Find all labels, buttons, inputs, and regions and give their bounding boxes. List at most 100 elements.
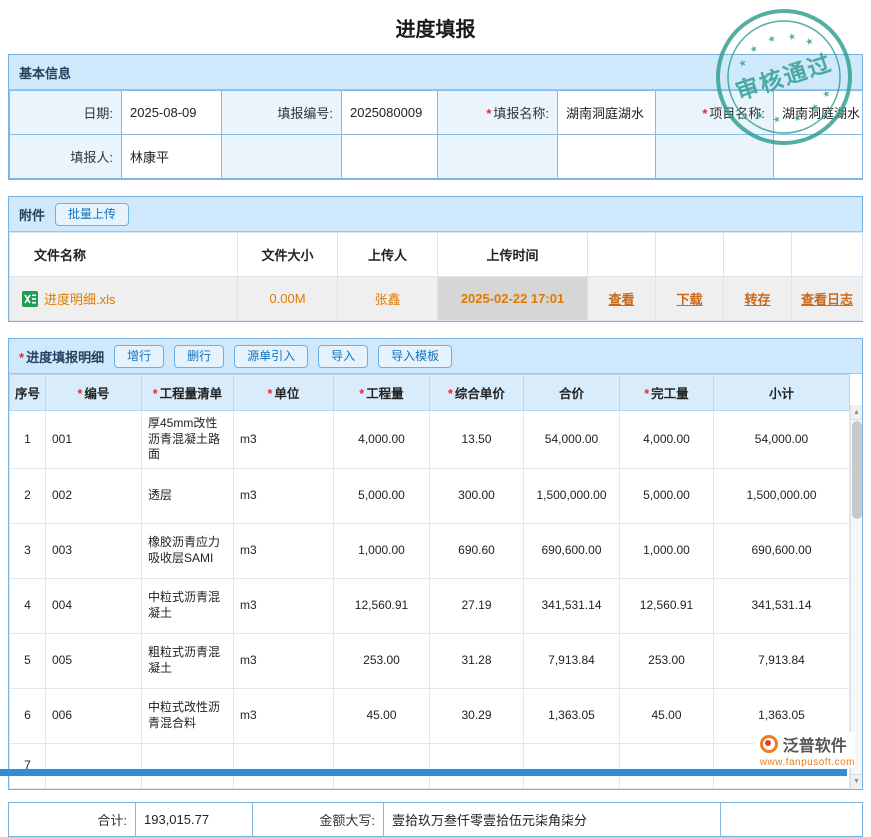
date-label: 日期: (10, 91, 122, 135)
cell-total-price[interactable]: 1,500,000.00 (524, 468, 620, 523)
basic-info-header: 基本信息 (9, 55, 862, 90)
download-link[interactable]: 下载 (676, 292, 702, 307)
cell-unit-price[interactable]: 27.19 (430, 578, 524, 633)
report-no-field[interactable]: 2025080009 (342, 91, 438, 135)
reporter-field[interactable]: 林康平 (122, 135, 222, 179)
required-mark: * (702, 106, 707, 121)
cell-unit[interactable]: m3 (234, 411, 334, 469)
delete-row-button[interactable]: 删行 (174, 345, 224, 368)
empty-cell (342, 135, 438, 179)
cell-completed[interactable]: 12,560.91 (620, 578, 714, 633)
cell-subtotal[interactable]: 7,913.84 (714, 633, 850, 688)
detail-row: 2002透层m35,000.00300.001,500,000.005,000.… (10, 468, 850, 523)
cell-unit[interactable]: m3 (234, 468, 334, 523)
save-as-link[interactable]: 转存 (744, 292, 770, 307)
cell-total-price[interactable]: 1,363.05 (524, 688, 620, 743)
cell-code[interactable]: 002 (46, 468, 142, 523)
cell-quantity[interactable]: 45.00 (334, 688, 430, 743)
cell-completed[interactable]: 45.00 (620, 688, 714, 743)
detail-row: 3003橡胶沥青应力吸收层SAMIm31,000.00690.60690,600… (10, 523, 850, 578)
report-name-label: *填报名称: (438, 91, 558, 135)
details-table-wrap: 序号 *编号 *工程量清单 *单位 *工程量 *综合单价 合价 *完工量 小计 … (9, 374, 862, 789)
cell-item[interactable]: 厚45mm改性沥青混凝土路面 (142, 411, 234, 469)
cell-code[interactable]: 005 (46, 633, 142, 688)
cell-total-price[interactable]: 341,531.14 (524, 578, 620, 633)
cell-subtotal[interactable]: 341,531.14 (714, 578, 850, 633)
cell-unit-price[interactable] (430, 743, 524, 788)
add-row-button[interactable]: 增行 (114, 345, 164, 368)
col-header-unit-price: *综合单价 (430, 375, 524, 411)
cell-unit-price[interactable]: 690.60 (430, 523, 524, 578)
cell-total-price[interactable]: 690,600.00 (524, 523, 620, 578)
cell-subtotal[interactable]: 1,500,000.00 (714, 468, 850, 523)
cell-unit[interactable]: m3 (234, 523, 334, 578)
cell-quantity[interactable]: 5,000.00 (334, 468, 430, 523)
cell-unit-price[interactable]: 31.28 (430, 633, 524, 688)
project-name-field[interactable]: 湖南洞庭湖水 (774, 91, 863, 135)
scroll-down-icon[interactable]: ▼ (851, 774, 862, 789)
report-no-label: 填报编号: (222, 91, 342, 135)
scrollbar-thumb[interactable] (852, 421, 862, 519)
cell-item[interactable]: 透层 (142, 468, 234, 523)
cell-item[interactable] (142, 743, 234, 788)
cell-code[interactable]: 001 (46, 411, 142, 469)
batch-upload-button[interactable]: 批量上传 (55, 203, 129, 226)
cell-completed[interactable]: 1,000.00 (620, 523, 714, 578)
upload-time-cell[interactable]: 2025-02-22 17:01 (438, 277, 588, 321)
cell-total-price[interactable] (524, 743, 620, 788)
source-import-button[interactable]: 源单引入 (234, 345, 308, 368)
cell-code[interactable] (46, 743, 142, 788)
totals-row: 合计: 193,015.77 金额大写: 壹拾玖万叁仟零壹拾伍元柒角柒分 (8, 802, 863, 837)
cell-item[interactable]: 橡胶沥青应力吸收层SAMI (142, 523, 234, 578)
cell-completed[interactable]: 4,000.00 (620, 411, 714, 469)
attachment-row: 进度明细.xls 0.00M 张鑫 2025-02-22 17:01 查看 下载… (10, 277, 863, 321)
attachments-panel: 附件 批量上传 文件名称 文件大小 上传人 上传时间 (8, 196, 863, 322)
cell-quantity[interactable]: 4,000.00 (334, 411, 430, 469)
cell-subtotal[interactable]: 690,600.00 (714, 523, 850, 578)
cell-quantity[interactable]: 253.00 (334, 633, 430, 688)
col-header-code: *编号 (46, 375, 142, 411)
cell-quantity[interactable]: 1,000.00 (334, 523, 430, 578)
cell-item[interactable]: 中粒式沥青混凝土 (142, 578, 234, 633)
cell-total-price[interactable]: 54,000.00 (524, 411, 620, 469)
cell-item[interactable]: 粗粒式沥青混凝土 (142, 633, 234, 688)
scroll-up-icon[interactable]: ▲ (851, 405, 862, 420)
cell-code[interactable]: 003 (46, 523, 142, 578)
cell-completed[interactable]: 5,000.00 (620, 468, 714, 523)
col-header-quantity: *工程量 (334, 375, 430, 411)
cell-quantity[interactable] (334, 743, 430, 788)
horizontal-scrollbar[interactable] (0, 769, 847, 776)
cell-unit[interactable]: m3 (234, 578, 334, 633)
upload-time-header: 上传时间 (438, 233, 588, 277)
view-link[interactable]: 查看 (608, 292, 634, 307)
detail-row: 4004中粒式沥青混凝土m312,560.9127.19341,531.1412… (10, 578, 850, 633)
cell-subtotal[interactable]: 54,000.00 (714, 411, 850, 469)
cell-completed[interactable] (620, 743, 714, 788)
cell-unit-price[interactable]: 13.50 (430, 411, 524, 469)
cell-completed[interactable]: 253.00 (620, 633, 714, 688)
cell-quantity[interactable]: 12,560.91 (334, 578, 430, 633)
date-field[interactable]: 2025-08-09 (122, 91, 222, 135)
view-log-link[interactable]: 查看日志 (801, 292, 853, 307)
cell-total-price[interactable]: 7,913.84 (524, 633, 620, 688)
detail-row: 6006中粒式改性沥青混合料m345.0030.291,363.0545.001… (10, 688, 850, 743)
empty-cell (724, 233, 792, 277)
import-template-button[interactable]: 导入模板 (378, 345, 452, 368)
cell-item[interactable]: 中粒式改性沥青混合料 (142, 688, 234, 743)
cell-unit-price[interactable]: 30.29 (430, 688, 524, 743)
amount-words-value: 壹拾玖万叁仟零壹拾伍元柒角柒分 (384, 803, 721, 836)
page-title: 进度填报 (0, 0, 871, 54)
company-website-link[interactable]: www.fanpusoft.com (760, 757, 855, 768)
cell-unit[interactable]: m3 (234, 633, 334, 688)
import-button[interactable]: 导入 (318, 345, 368, 368)
empty-cell (656, 135, 774, 179)
cell-code[interactable]: 004 (46, 578, 142, 633)
cell-row-no: 4 (10, 578, 46, 633)
cell-unit-price[interactable]: 300.00 (430, 468, 524, 523)
detail-row: 7 (10, 743, 850, 788)
cell-unit[interactable] (234, 743, 334, 788)
cell-unit[interactable]: m3 (234, 688, 334, 743)
col-header-item: *工程量清单 (142, 375, 234, 411)
report-name-field[interactable]: 湖南洞庭湖水 (558, 91, 656, 135)
cell-code[interactable]: 006 (46, 688, 142, 743)
